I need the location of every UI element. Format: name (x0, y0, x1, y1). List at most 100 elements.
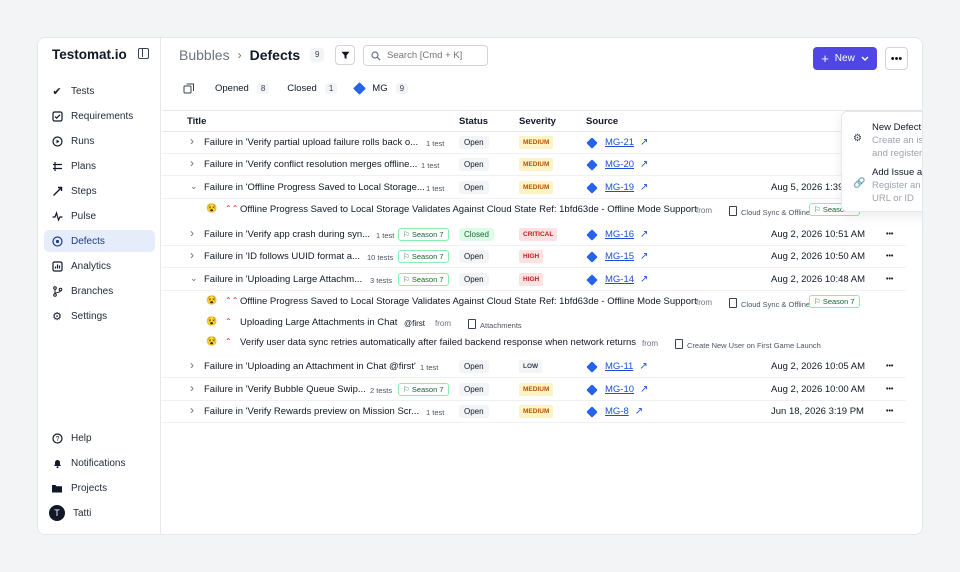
sidebar-item-analytics[interactable]: Analytics (44, 255, 155, 277)
flag-icon: ⚐ (403, 275, 412, 284)
source-link[interactable]: MG-19 (605, 182, 634, 193)
sidebar-item-branches[interactable]: Branches (44, 280, 155, 302)
table-row[interactable]: › Failure in 'Verify app crash during syn… (162, 224, 906, 246)
table-row[interactable]: › Failure in 'Verify conflict resolution … (162, 154, 906, 176)
table-row[interactable]: › Failure in 'Verify Bubble Queue Swip...… (162, 379, 906, 401)
row-actions-icon[interactable]: ••• (886, 231, 893, 238)
row-title[interactable]: Failure in 'Verify Bubble Queue Swip... (204, 384, 366, 395)
row-actions-icon[interactable]: ••• (886, 386, 893, 393)
chevron-right-icon[interactable]: › (190, 134, 194, 148)
external-link-icon[interactable]: ↗ (640, 137, 648, 148)
sidebar-item-plans[interactable]: Plans (44, 155, 155, 177)
table-row[interactable]: › Failure in 'Uploading an Attachment in … (162, 356, 906, 378)
sidebar-item-notifications[interactable]: Notifications (44, 452, 155, 474)
external-link-icon[interactable]: ↗ (639, 361, 647, 372)
search-input[interactable] (387, 50, 482, 61)
external-link-icon[interactable]: ↗ (640, 159, 648, 170)
chevron-right-icon[interactable]: › (190, 403, 194, 417)
row-actions-icon[interactable]: ••• (886, 363, 893, 370)
external-link-icon[interactable]: ↗ (640, 251, 648, 262)
menu-item-new-defect[interactable]: ⚙ New Defect Create an issue in a tracke… (842, 120, 923, 164)
chevron-down-icon[interactable]: ⌄ (190, 181, 198, 192)
sidebar-item-runs[interactable]: Runs (44, 130, 155, 152)
suite-link[interactable]: Attachments (468, 319, 522, 330)
col-status[interactable]: Status (459, 116, 488, 127)
row-title[interactable]: Failure in 'Verify app crash during syn.… (204, 229, 370, 240)
row-actions-icon[interactable]: ••• (886, 276, 893, 283)
filter-button[interactable] (335, 45, 355, 65)
chevron-down-icon[interactable]: ⌄ (190, 273, 198, 284)
more-options-button[interactable]: ••• (885, 47, 908, 70)
tab-all-icon[interactable] (183, 83, 195, 94)
external-link-icon[interactable]: ↗ (640, 182, 648, 193)
row-title[interactable]: Failure in 'ID follows UUID format a... (204, 251, 360, 262)
branch-icon (51, 285, 63, 297)
status-badge: Open (459, 405, 489, 418)
linked-test-row[interactable]: 😵 ⌃⌃ Offline Progress Saved to Local Stora… (162, 292, 906, 312)
severity-badge: LOW (519, 360, 543, 373)
sidebar-item-pulse[interactable]: Pulse (44, 205, 155, 227)
source-link[interactable]: MG-10 (605, 384, 634, 395)
chevron-right-icon[interactable]: › (190, 381, 194, 395)
col-title[interactable]: Title (187, 116, 206, 127)
row-actions-icon[interactable]: ••• (886, 253, 893, 260)
source-link[interactable]: MG-14 (605, 274, 634, 285)
source-link[interactable]: MG-11 (605, 361, 633, 372)
row-title[interactable]: Failure in 'Uploading Large Attachm... (204, 274, 362, 285)
linked-test-title[interactable]: Offline Progress Saved to Local Storage … (240, 296, 697, 307)
sidebar-item-steps[interactable]: Steps (44, 180, 155, 202)
sidebar-item-defects[interactable]: Defects (44, 230, 155, 252)
tab-mg[interactable]: MG 9 (353, 82, 409, 95)
table-row[interactable]: › Failure in 'Verify partial upload failu… (162, 132, 906, 154)
source-link[interactable]: MG-8 (605, 406, 629, 417)
linked-test-title[interactable]: Verify user data sync retries automatica… (240, 337, 636, 348)
external-link-icon[interactable]: ↗ (640, 384, 648, 395)
external-link-icon[interactable]: ↗ (640, 274, 648, 285)
row-title[interactable]: Failure in 'Verify conflict resolution m… (204, 159, 417, 170)
menu-item-add-issue[interactable]: 🔗 Add Issue as Defect Register an existi… (842, 165, 922, 209)
chevron-right-icon[interactable]: › (190, 358, 194, 372)
breadcrumb-root[interactable]: Bubbles (179, 47, 230, 63)
chevron-right-icon[interactable]: › (190, 248, 194, 262)
sidebar-item-projects[interactable]: Projects (44, 477, 155, 499)
table-row[interactable]: › Failure in 'Verify Rewards preview on M… (162, 401, 906, 423)
linked-test-row[interactable]: 😵 ⌃ Verify user data sync retries automati… (162, 333, 906, 353)
row-title[interactable]: Failure in 'Offline Progress Saved to Lo… (204, 182, 425, 193)
source-link[interactable]: MG-21 (605, 137, 634, 148)
sidebar-item-requirements[interactable]: Requirements (44, 105, 155, 127)
linked-test-row[interactable]: 😵 ⌃⌃ Offline Progress Saved to Local Stora… (162, 200, 906, 220)
tab-closed[interactable]: Closed 1 (287, 83, 338, 94)
suite-link[interactable]: Create New User on First Game Launch (675, 339, 821, 350)
suite-link[interactable]: Cloud Sync & Offline (729, 298, 810, 309)
linked-test-row[interactable]: 😵 ⌃ Uploading Large Attachments in Chat @fi… (162, 313, 906, 333)
search-box[interactable] (363, 45, 488, 66)
sidebar-item-settings[interactable]: ⚙ Settings (44, 305, 155, 327)
chevron-right-icon[interactable]: › (190, 156, 194, 170)
external-link-icon[interactable]: ↗ (635, 406, 643, 417)
col-severity[interactable]: Severity (519, 116, 556, 127)
row-title[interactable]: Failure in 'Uploading an Attachment in C… (204, 361, 416, 372)
table-row[interactable]: ⌄ Failure in 'Uploading Large Attachm... 3… (162, 269, 906, 291)
external-link-icon[interactable]: ↗ (640, 229, 648, 240)
sidebar-item-tests[interactable]: ✔ Tests (44, 80, 155, 102)
table-row[interactable]: ⌄ Failure in 'Offline Progress Saved to L… (162, 177, 906, 199)
linked-test-title[interactable]: Uploading Large Attachments in Chat (240, 317, 397, 328)
brand-logo[interactable]: Testomat.io (52, 47, 127, 62)
suite-link[interactable]: Cloud Sync & Offline (729, 206, 810, 217)
row-title[interactable]: Failure in 'Verify Rewards preview on Mi… (204, 406, 419, 417)
row-actions-icon[interactable]: ••• (886, 408, 893, 415)
source-link[interactable]: MG-20 (605, 159, 634, 170)
linked-test-title[interactable]: Offline Progress Saved to Local Storage … (240, 204, 697, 215)
sidebar-toggle-icon[interactable] (138, 48, 149, 59)
source-link[interactable]: MG-15 (605, 251, 634, 262)
menu-item-desc: Create an issue in a tracker and registe… (872, 135, 923, 159)
sidebar-item-help[interactable]: ? Help (44, 427, 155, 449)
table-row[interactable]: › Failure in 'ID follows UUID format a...… (162, 246, 906, 268)
col-source[interactable]: Source (586, 116, 618, 127)
chevron-right-icon[interactable]: › (190, 226, 194, 240)
new-button[interactable]: + New (813, 47, 877, 70)
tab-opened[interactable]: Opened 8 (215, 83, 270, 94)
row-title[interactable]: Failure in 'Verify partial upload failur… (204, 137, 418, 148)
sidebar-item-user[interactable]: T Tatti (44, 502, 155, 524)
source-link[interactable]: MG-16 (605, 229, 634, 240)
